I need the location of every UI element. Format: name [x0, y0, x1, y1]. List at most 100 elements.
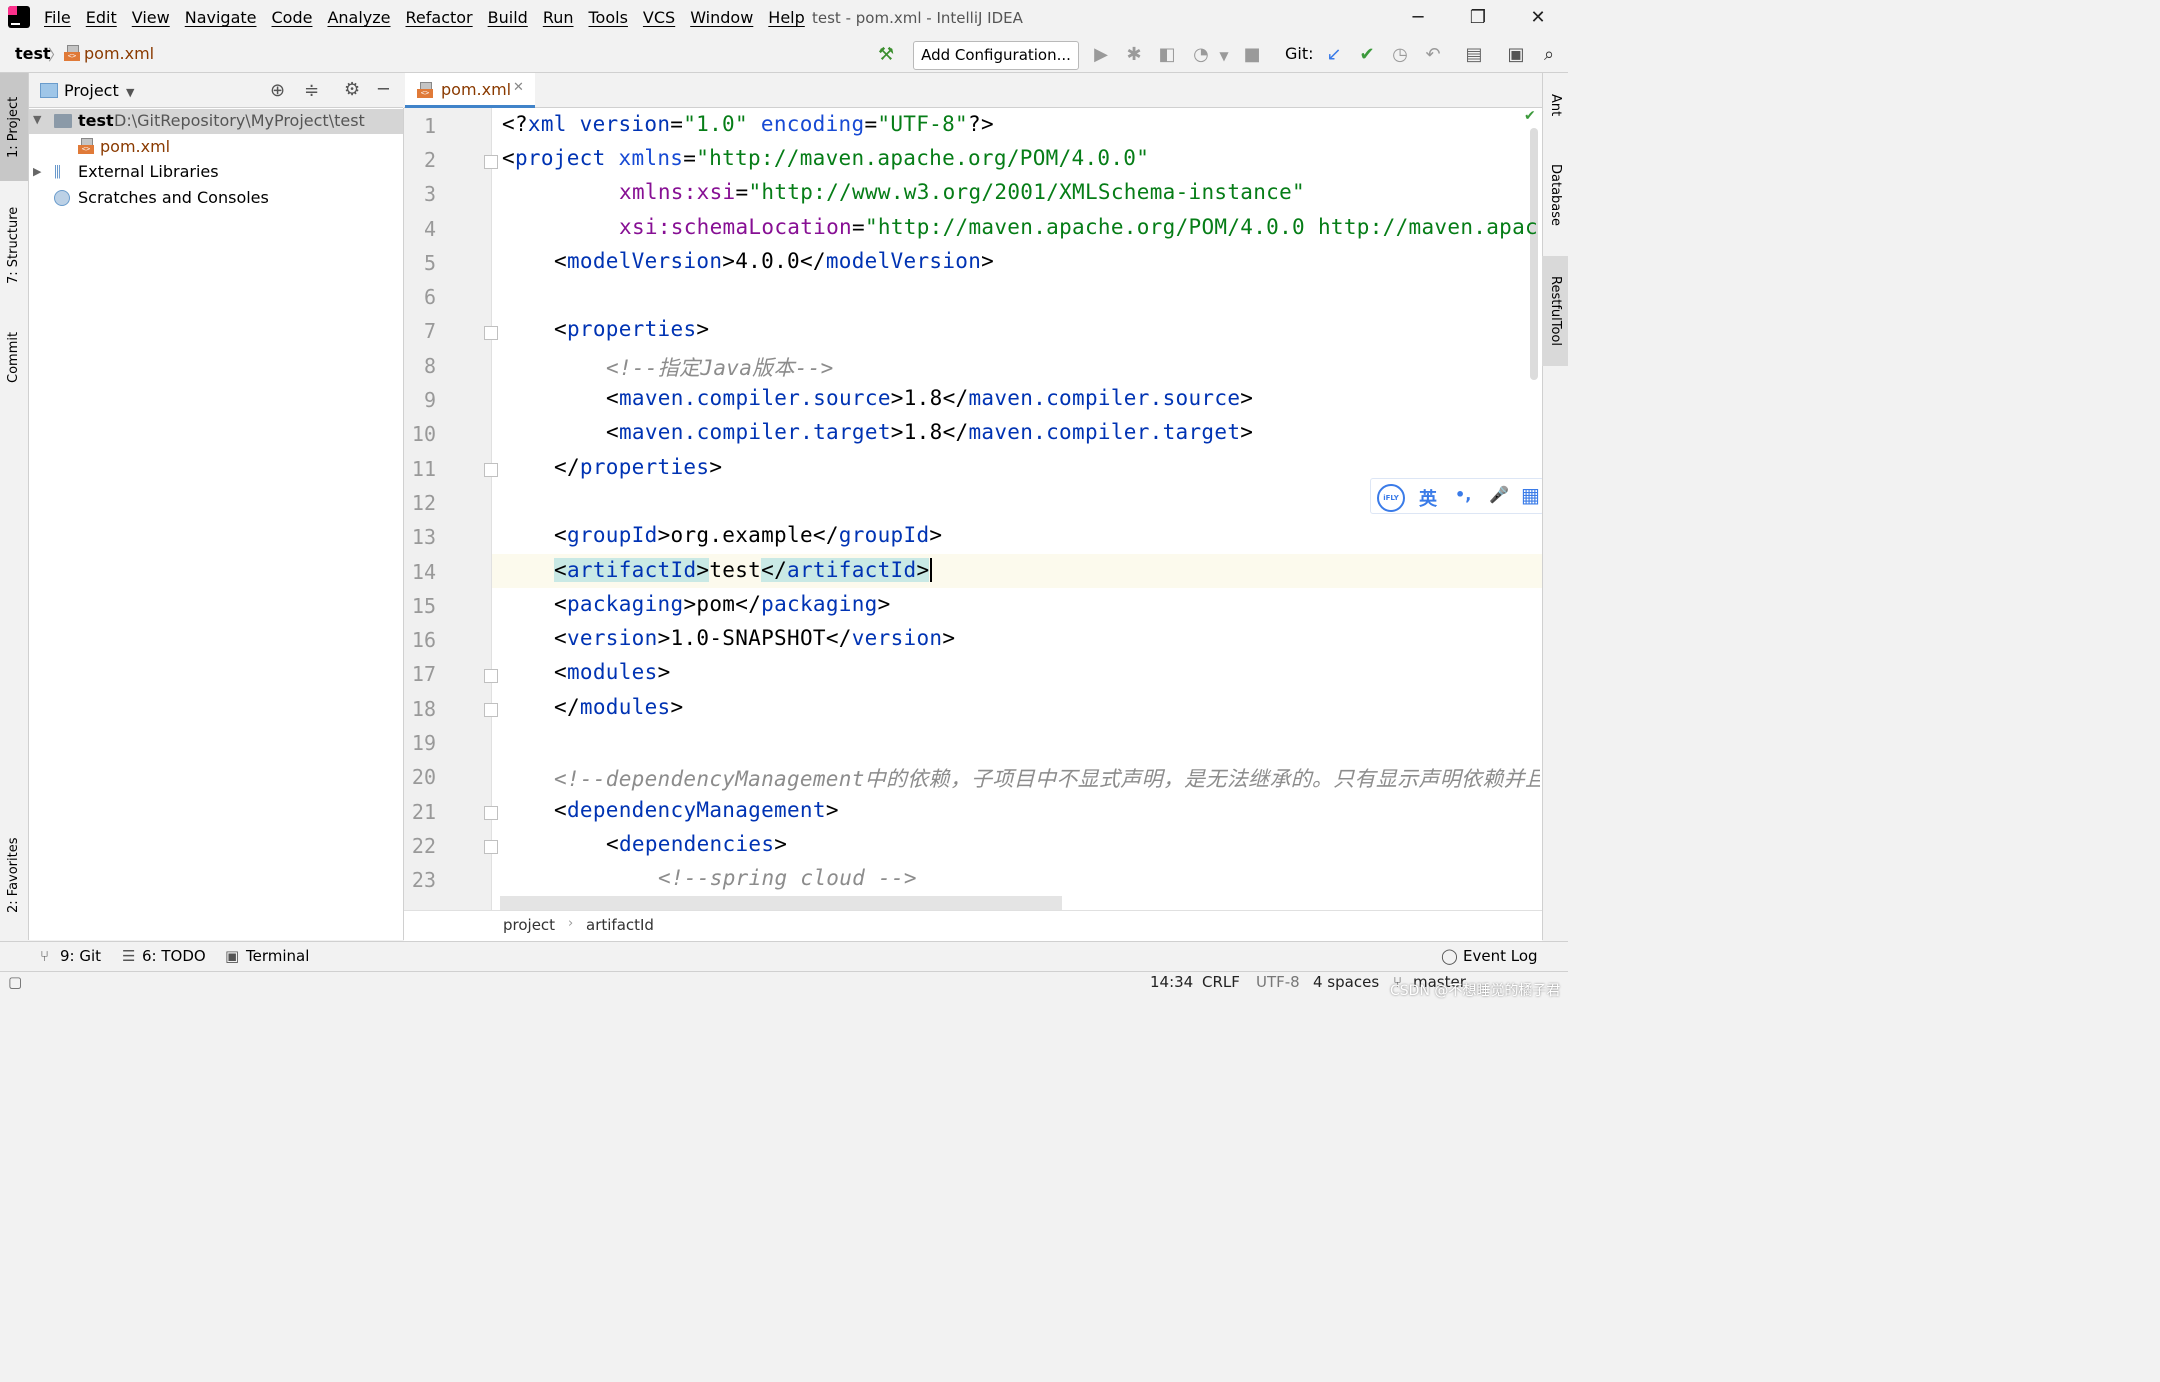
scratches-icon [54, 190, 70, 206]
nav-crumb-file[interactable]: pom.xml [84, 44, 154, 63]
menu-edit[interactable]: Edit [86, 8, 117, 27]
chevron-down-icon[interactable]: ▼ [126, 86, 134, 99]
menu-tools[interactable]: Tools [589, 8, 628, 27]
menu-help[interactable]: Help [768, 8, 804, 27]
add-configuration-button[interactable]: Add Configuration... [913, 41, 1079, 70]
project-structure-icon[interactable]: ▤ [1463, 44, 1485, 65]
menu-navigate[interactable]: Navigate [185, 8, 257, 27]
git-rollback-icon[interactable]: ↶ [1422, 44, 1444, 65]
menu-code[interactable]: Code [272, 8, 313, 27]
tool-button-terminal[interactable]: Terminal [246, 947, 309, 965]
fold-marker[interactable] [484, 669, 498, 683]
menu-refactor[interactable]: Refactor [406, 8, 473, 27]
locate-file-icon[interactable]: ⊕ [270, 80, 285, 101]
line-number: 15 [411, 594, 436, 618]
menu-file[interactable]: File [44, 8, 71, 27]
tree-item-scratches[interactable]: Scratches and Consoles [78, 188, 269, 207]
tool-button-event-log[interactable]: Event Log [1463, 947, 1538, 965]
presentation-icon[interactable]: ▣ [1505, 44, 1527, 65]
profile-dropdown-icon[interactable]: ▼ [1213, 49, 1235, 63]
collapse-all-icon[interactable]: ≑ [304, 80, 319, 101]
search-icon[interactable]: ⌕ [1538, 44, 1560, 65]
tool-tab-project[interactable]: 1: Project [0, 73, 28, 181]
breadcrumb-artifactid[interactable]: artifactId [586, 916, 654, 934]
module-folder-icon [54, 114, 72, 128]
fold-marker[interactable] [484, 703, 498, 717]
run-icon[interactable]: ▶ [1090, 44, 1112, 65]
tool-tab-restfultool[interactable]: RestfulTool [1542, 256, 1568, 366]
event-log-icon: ◯ [1441, 947, 1458, 965]
fold-marker[interactable] [484, 326, 498, 340]
stop-icon[interactable]: ■ [1241, 44, 1263, 65]
maximize-button[interactable]: ❐ [1461, 6, 1495, 30]
tool-button-git[interactable]: 9: Git [60, 947, 101, 965]
menu-view[interactable]: View [132, 8, 170, 27]
nav-crumb-separator: 〉 [48, 46, 64, 64]
tool-tab-commit[interactable]: Commit [0, 315, 28, 400]
intellij-logo-icon [8, 6, 30, 28]
profile-icon[interactable]: ◔ [1190, 44, 1212, 65]
code-line-13: <groupId>org.example</groupId> [554, 523, 943, 547]
build-hammer-icon[interactable]: ⚒ [878, 44, 894, 65]
apps-grid-icon[interactable]: ▦ [1521, 483, 1540, 507]
code-line-9: <maven.compiler.source>1.8</maven.compil… [606, 386, 1254, 410]
horizontal-scrollbar[interactable] [500, 896, 1062, 910]
editor-scrollbar[interactable] [1530, 128, 1538, 380]
line-separator[interactable]: CRLF [1202, 973, 1240, 991]
minimize-button[interactable]: ─ [1401, 6, 1435, 30]
expand-arrow-icon[interactable]: ▼ [33, 113, 41, 126]
menu-build[interactable]: Build [488, 8, 528, 27]
editor-tab-label: pom.xml [441, 80, 512, 99]
file-encoding[interactable]: UTF-8 [1256, 973, 1300, 991]
tool-tab-database[interactable]: Database [1542, 150, 1568, 240]
breadcrumb-project[interactable]: project [503, 916, 555, 934]
indent-setting[interactable]: 4 spaces [1313, 973, 1379, 991]
ifly-logo-icon[interactable]: iFLY [1377, 484, 1405, 512]
gear-icon[interactable]: ⚙ [344, 79, 360, 100]
ifly-punctuation-toggle[interactable]: •, [1455, 485, 1471, 504]
breadcrumb-separator: › [568, 916, 574, 931]
git-label: Git: [1285, 44, 1314, 63]
git-update-icon[interactable]: ↙ [1323, 44, 1345, 65]
expand-arrow-icon[interactable]: ▶ [33, 165, 41, 178]
todo-list-icon: ☰ [122, 947, 136, 965]
code-line-8: <!--指定Java版本--> [606, 356, 834, 380]
git-history-icon[interactable]: ◷ [1389, 44, 1411, 65]
fold-marker[interactable] [484, 840, 498, 854]
code-line-18: </modules> [554, 695, 684, 719]
tree-item-test[interactable]: test [78, 111, 114, 130]
tool-tab-favorites[interactable]: 2: Favorites [0, 820, 28, 930]
libraries-icon: ⫼ [54, 163, 61, 181]
menu-window[interactable]: Window [690, 8, 753, 27]
menu-vcs[interactable]: VCS [643, 8, 675, 27]
tool-tab-structure[interactable]: 7: Structure [0, 190, 28, 300]
git-commit-icon[interactable]: ✔ [1356, 44, 1378, 65]
code-line-10: <maven.compiler.target>1.8</maven.compil… [606, 420, 1254, 444]
ifly-language-toggle[interactable]: 英 [1419, 485, 1437, 511]
xml-file-icon [417, 82, 433, 98]
project-view-selector[interactable]: Project [64, 81, 119, 100]
fold-marker[interactable] [484, 463, 498, 477]
menu-run[interactable]: Run [543, 8, 574, 27]
caret-position[interactable]: 14:34 [1150, 973, 1193, 991]
close-tab-icon[interactable]: ✕ [513, 80, 524, 95]
tool-tab-ant[interactable]: Ant [1542, 80, 1568, 130]
line-number: 16 [411, 628, 436, 652]
nav-crumb-project[interactable]: test [15, 44, 51, 63]
inspection-ok-icon[interactable]: ✔ [1524, 108, 1536, 124]
code-line-1: <?xml version="1.0" encoding="UTF-8"?> [502, 112, 994, 136]
editor-tab-pom[interactable]: pom.xml ✕ [405, 73, 535, 108]
tree-item-external-libraries[interactable]: External Libraries [78, 162, 219, 181]
toggle-tool-windows-icon[interactable]: ▢ [8, 973, 22, 991]
fold-marker[interactable] [484, 155, 498, 169]
fold-marker[interactable] [484, 806, 498, 820]
microphone-icon[interactable]: 🎤 [1489, 485, 1509, 504]
hide-panel-icon[interactable]: ─ [378, 79, 389, 100]
tool-button-todo[interactable]: 6: TODO [142, 947, 206, 965]
coverage-icon[interactable]: ◧ [1156, 44, 1178, 65]
close-window-button[interactable]: ✕ [1521, 6, 1555, 30]
debug-icon[interactable]: ✱ [1123, 44, 1145, 65]
tree-item-pom[interactable]: pom.xml [100, 137, 170, 156]
line-number: 23 [411, 868, 436, 892]
menu-analyze[interactable]: Analyze [327, 8, 390, 27]
